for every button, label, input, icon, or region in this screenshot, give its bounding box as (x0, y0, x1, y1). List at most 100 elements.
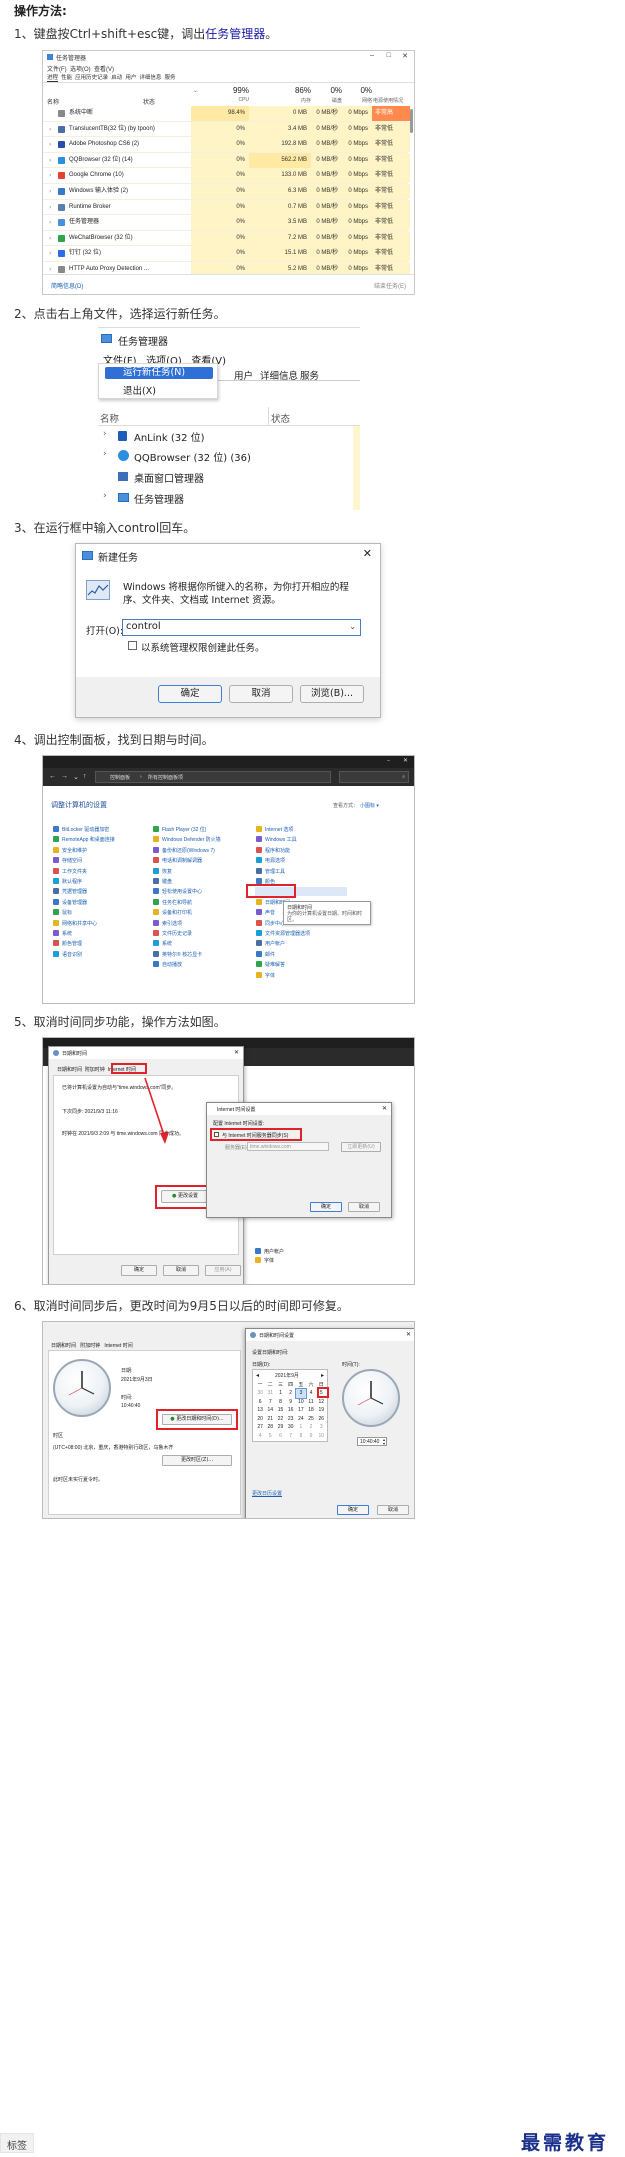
calendar-day[interactable]: 3 (316, 1423, 326, 1432)
cp-item[interactable]: 用户帐户 (264, 1249, 284, 1255)
calendar-day[interactable]: 28 (265, 1423, 275, 1432)
cp-item[interactable]: 备份和还原(Windows 7) (153, 846, 221, 856)
process-row[interactable]: › TranslucentTB(32 位) (by tpoon) 0% 3.4 MB 0… (43, 121, 410, 138)
process-row[interactable]: › Runtime Broker 0% 0.7 MB 0 MB/秒 0 Mbps 非常低 (43, 199, 410, 216)
exit-item[interactable]: 退出(X) (123, 383, 156, 397)
calendar-day[interactable]: 9 (286, 1398, 296, 1407)
calendar-day[interactable]: 30 (255, 1389, 265, 1398)
cp-item[interactable]: 用户帐户 (256, 939, 310, 949)
prev-month-icon[interactable]: ◂ (256, 1372, 259, 1379)
tab-users[interactable]: 用户 (234, 368, 253, 382)
ok-button[interactable]: 确定 (121, 1265, 157, 1276)
tab-additional-clocks[interactable]: 附加时钟 (80, 1343, 100, 1349)
cp-item[interactable]: 轻松使用设置中心 (153, 887, 221, 897)
ok-button[interactable]: 确定 (310, 1202, 342, 1212)
calendar-day[interactable]: 3 (294, 1388, 307, 1399)
calendar-day[interactable]: 9 (306, 1432, 316, 1441)
task-manager-link[interactable]: 任务管理器 (205, 27, 265, 41)
calendar-day[interactable]: 29 (275, 1423, 285, 1432)
calendar-day[interactable]: 8 (296, 1432, 306, 1441)
calendar-day[interactable]: 25 (306, 1415, 316, 1424)
calendar-day[interactable]: 2 (286, 1389, 296, 1398)
cp-item[interactable]: 字体 (264, 1258, 274, 1264)
apply-button[interactable]: 应用(A) (205, 1265, 241, 1276)
fewer-details-link[interactable]: 简略信息(D) (51, 281, 83, 290)
search-input[interactable]: ⌕ (339, 771, 409, 783)
col-network[interactable]: 网络 (342, 97, 372, 104)
cp-item[interactable]: 默认程序 (53, 877, 115, 887)
calendar-day[interactable]: 14 (265, 1406, 275, 1415)
next-month-icon[interactable]: ▸ (321, 1372, 324, 1379)
cp-item[interactable]: 文件资源管理器选项 (256, 929, 310, 939)
cp-item[interactable]: 电话和调制解调器 (153, 856, 221, 866)
cp-item[interactable]: 自动播放 (153, 960, 221, 970)
scrollbar-thumb[interactable] (410, 109, 413, 133)
close-button[interactable]: ✕ (403, 757, 408, 764)
cp-item[interactable]: BitLocker 驱动器加密 (53, 825, 115, 835)
forward-icon[interactable]: → (61, 773, 68, 780)
calendar-day[interactable]: 5 (265, 1432, 275, 1441)
calendar-day[interactable]: 17 (296, 1406, 306, 1415)
browse-button[interactable]: 浏览(B)... (300, 685, 364, 703)
open-input[interactable]: control ⌄ (122, 619, 361, 636)
cp-item[interactable]: 设备管理器 (53, 898, 115, 908)
cancel-button[interactable]: 取消 (348, 1202, 380, 1212)
calendar-day[interactable]: 7 (286, 1432, 296, 1441)
minimize-button[interactable]: – (370, 52, 374, 59)
cp-item[interactable]: 程序和功能 (256, 846, 310, 856)
tab-users[interactable]: 用户 (125, 75, 136, 81)
server-select[interactable]: time.windows.com (247, 1142, 329, 1151)
calendar-settings-link[interactable]: 更改日历设置 (252, 1490, 282, 1497)
cp-item[interactable]: 工作文件夹 (53, 867, 115, 877)
minimize-button[interactable]: – (387, 757, 390, 764)
process-row[interactable]: › Google Chrome (10) 0% 133.0 MB 0 MB/秒 0 Mbp… (43, 168, 410, 184)
cp-item[interactable]: 设备和打印机 (153, 908, 221, 918)
close-button[interactable]: ✕ (402, 52, 408, 60)
tab-details[interactable]: 详细信息 (260, 368, 298, 382)
cp-item[interactable]: 颜色管理 (53, 939, 115, 949)
cp-item[interactable]: 索引选项 (153, 919, 221, 929)
tab-details[interactable]: 详细信息 (139, 75, 161, 81)
calendar-day[interactable]: 13 (255, 1406, 265, 1415)
calendar-day[interactable]: 12 (316, 1398, 326, 1407)
tab-date-time[interactable]: 日期和时间 (51, 1343, 76, 1349)
close-button[interactable]: ✕ (234, 1049, 239, 1056)
maximize-button[interactable]: □ (387, 52, 391, 59)
calendar-day[interactable]: 18 (306, 1406, 316, 1415)
admin-checkbox[interactable] (128, 641, 137, 650)
cp-item[interactable]: 存储空间 (53, 856, 115, 866)
tab-date-time[interactable]: 日期和时间 (57, 1067, 82, 1073)
calendar-day[interactable]: 11 (306, 1398, 316, 1407)
ok-button[interactable]: 确定 (337, 1505, 369, 1515)
cp-item[interactable]: RemoteApp 和桌面连接 (53, 835, 115, 845)
tab-additional-clocks[interactable]: 附加时钟 (85, 1067, 105, 1073)
col-power[interactable]: 电源使用情况 (373, 97, 403, 104)
expand-icon[interactable]: › (49, 246, 51, 261)
chevron-down-icon[interactable]: ⌄ (73, 773, 79, 781)
expand-icon[interactable]: › (49, 137, 51, 152)
expand-icon[interactable]: › (49, 200, 51, 215)
calendar-day[interactable]: 7 (265, 1398, 275, 1407)
cp-item[interactable]: Internet 选项 (256, 825, 310, 835)
calendar-day[interactable]: 31 (265, 1389, 275, 1398)
cp-item[interactable]: Windows Defender 防火墙 (153, 835, 221, 845)
cp-item[interactable]: 管理工具 (256, 867, 310, 877)
calendar-day[interactable]: 22 (275, 1415, 285, 1424)
calendar-day[interactable]: 30 (286, 1423, 296, 1432)
col-name[interactable]: 名称 (47, 97, 59, 106)
calendar-day[interactable]: 6 (275, 1432, 285, 1441)
cp-item[interactable]: 文件历史记录 (153, 929, 221, 939)
cp-item[interactable]: 恢复 (153, 867, 221, 877)
calendar-day[interactable]: 24 (296, 1415, 306, 1424)
cp-item[interactable]: 邮件 (256, 950, 310, 960)
calendar-day[interactable]: 19 (316, 1406, 326, 1415)
tab-startup[interactable]: 启动 (111, 75, 122, 81)
cp-item[interactable]: 凭据管理器 (53, 887, 115, 897)
expand-icon[interactable]: › (49, 215, 51, 230)
col-status[interactable]: 状态 (271, 411, 290, 425)
calendar-day[interactable]: 21 (265, 1415, 275, 1424)
cp-item[interactable]: 语音识别 (53, 950, 115, 960)
col-disk[interactable]: 磁盘 (311, 97, 342, 104)
expand-icon[interactable]: › (49, 184, 51, 199)
chevron-down-icon[interactable]: ⌄ (349, 622, 356, 631)
